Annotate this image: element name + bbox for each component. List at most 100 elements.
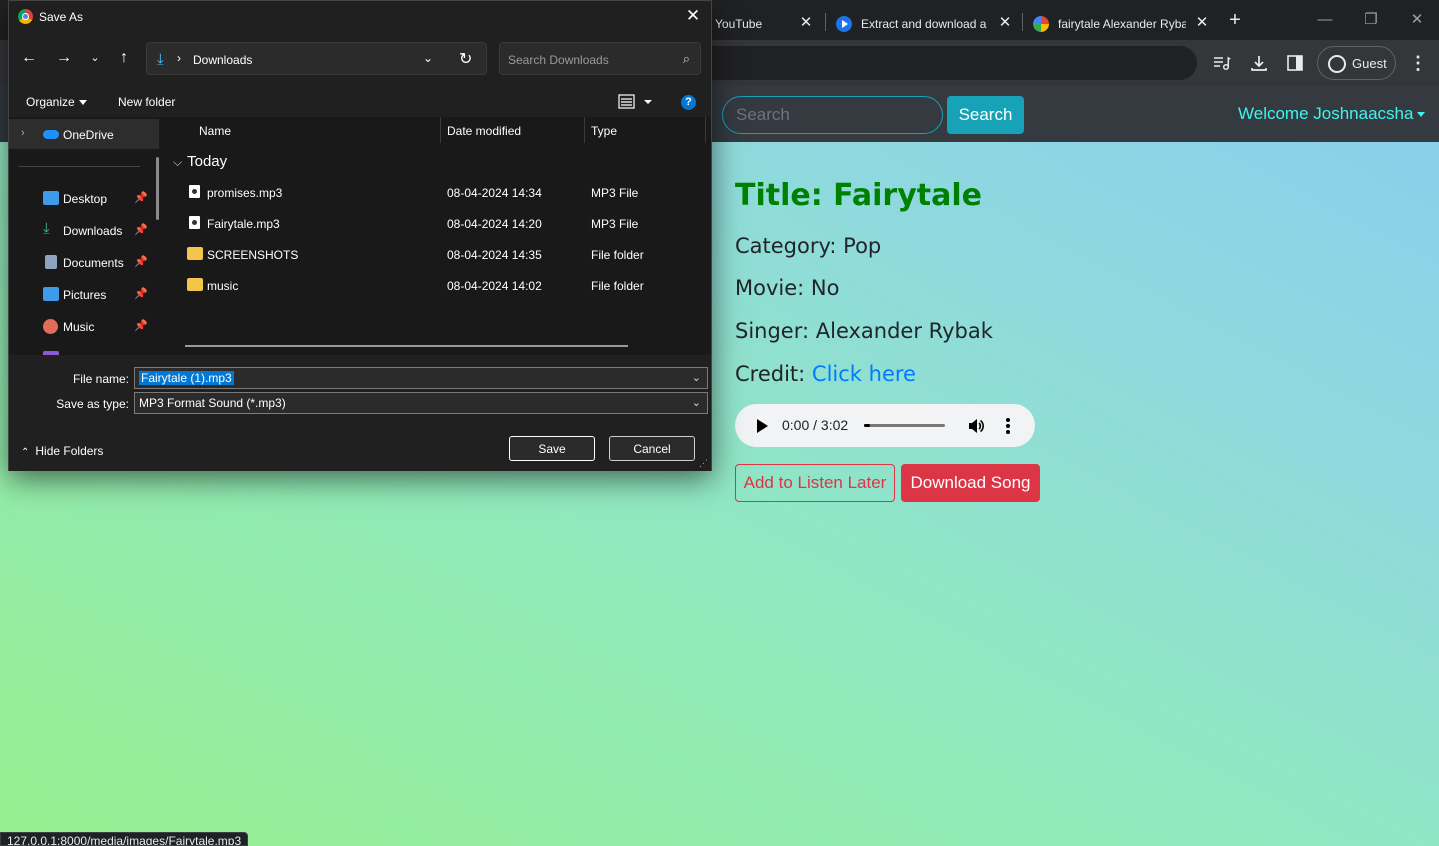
resize-grip-icon[interactable]: ⋰ [699,458,708,469]
download-icon[interactable] [1245,49,1273,77]
file-date: 08-04-2024 14:35 [447,248,542,262]
hide-folders-label: Hide Folders [35,444,104,458]
column-header-type[interactable]: Type [591,124,617,138]
chevron-down-icon[interactable]: ⌄ [423,51,433,65]
side-panel-icon[interactable] [1281,49,1309,77]
tab-title: Extract and download a [861,17,987,31]
close-icon[interactable]: ✕ [996,14,1014,32]
up-arrow-icon[interactable]: ↑ [112,46,136,70]
help-icon[interactable]: ? [681,95,696,110]
chevron-down-icon[interactable]: ⌄ [692,396,701,409]
dialog-search-field[interactable]: Search Downloads ⌕ [499,42,701,75]
folder-icon [187,278,203,291]
nav-label: Documents [63,256,124,270]
nav-label: Pictures [63,288,107,302]
file-name: Fairytale.mp3 [207,217,280,231]
column-separator[interactable] [705,117,706,143]
horizontal-scrollbar[interactable] [185,345,628,347]
nav-label: Downloads [63,224,123,238]
dialog-address-bar[interactable]: ⤓ › Downloads ⌄ ↻ [146,42,487,75]
nav-item-videos-partial[interactable] [9,343,159,355]
close-icon[interactable]: ✕ [683,6,703,26]
user-menu-dropdown[interactable]: Welcome Joshnaacsha [1238,104,1426,124]
expand-chevron-icon[interactable]: › [21,127,25,139]
pictures-icon [43,287,59,301]
search-input[interactable] [722,96,943,134]
folder-row[interactable]: music 08-04-2024 14:02 File folder [167,270,711,298]
volume-icon[interactable] [967,417,985,435]
chevron-down-icon[interactable]: ⌄ [692,371,701,384]
nav-item-pictures[interactable]: Pictures 📌 [9,279,159,309]
column-header-date[interactable]: Date modified [447,124,521,138]
file-type: MP3 File [591,186,639,200]
recent-locations-chevron-icon[interactable]: ⌄ [83,46,107,70]
file-date: 08-04-2024 14:02 [447,279,542,293]
close-icon[interactable]: ✕ [797,14,815,32]
save-button[interactable]: Save [509,436,595,461]
back-arrow-icon[interactable]: ← [17,46,41,70]
seek-fill [864,424,870,427]
add-to-listen-later-button[interactable]: Add to Listen Later [735,464,895,502]
hide-folders-toggle[interactable]: ⌃ Hide Folders [21,444,103,458]
nav-item-documents[interactable]: Documents 📌 [9,247,159,277]
seek-slider[interactable] [864,424,945,427]
play-icon[interactable] [757,419,768,433]
refresh-icon[interactable]: ↻ [459,49,472,69]
new-tab-button[interactable]: + [1224,9,1246,31]
search-icon: ⌕ [682,51,690,66]
caret-down-icon [1417,112,1426,118]
credit-link[interactable]: Click here [812,362,916,386]
nav-label: Music [63,320,95,334]
organize-menu[interactable]: Organize [26,95,87,109]
restore-button[interactable]: ❐ [1356,8,1386,32]
profile-guest-button[interactable]: Guest [1317,46,1396,80]
pin-icon: 📌 [134,288,148,300]
save-type-label: Save as type: [56,397,129,411]
more-options-icon[interactable] [1005,416,1011,436]
group-header-today[interactable]: ⌵ Today [173,153,227,170]
menu-kebab-icon[interactable]: ⋮ [1404,49,1432,77]
tab-youtube[interactable]: YouTube ✕ [715,8,815,40]
column-separator[interactable] [584,117,585,143]
search-button[interactable]: Search [947,96,1024,134]
onedrive-icon [43,130,59,139]
breadcrumb-downloads[interactable]: Downloads [193,53,252,67]
download-song-button[interactable]: Download Song [901,464,1040,502]
cancel-button[interactable]: Cancel [609,436,695,461]
tab-extract[interactable]: Extract and download a ✕ [836,8,1014,40]
close-window-button[interactable]: ✕ [1402,8,1432,32]
column-header-name[interactable]: Name [199,124,231,138]
group-label: Today [187,153,228,170]
close-icon[interactable]: ✕ [1193,14,1211,32]
address-bar[interactable] [700,46,1197,80]
file-name-field[interactable]: Fairytale (1).mp3 ⌄ [134,367,708,389]
file-row[interactable]: Fairytale.mp3 08-04-2024 14:20 MP3 File [167,208,711,236]
organize-label: Organize [26,95,75,109]
nav-scrollbar[interactable] [156,157,159,220]
nav-item-onedrive[interactable]: › OneDrive [9,119,159,149]
tab-separator [1022,13,1023,31]
account-icon [1328,55,1346,73]
new-folder-button[interactable]: New folder [118,95,175,109]
pin-icon: 📌 [134,192,148,204]
nav-item-desktop[interactable]: Desktop 📌 [9,183,159,213]
file-name: promises.mp3 [207,186,283,200]
search-placeholder: Search Downloads [508,53,609,67]
column-separator[interactable] [440,117,441,143]
forward-arrow-icon[interactable]: → [52,46,76,70]
nav-item-music[interactable]: Music 📌 [9,311,159,341]
file-name: SCREENSHOTS [207,248,299,262]
media-control-icon[interactable] [1208,49,1236,77]
dialog-command-bar: Organize New folder ? [9,88,711,116]
dialog-titlebar[interactable]: Save As ✕ [9,1,711,32]
pin-icon: 📌 [134,256,148,268]
nav-item-downloads[interactable]: ⤓ Downloads 📌 [9,215,159,245]
folder-row[interactable]: SCREENSHOTS 08-04-2024 14:35 File folder [167,239,711,267]
view-options-icon[interactable] [618,93,658,111]
save-as-type-select[interactable]: MP3 Format Sound (*.mp3) ⌄ [134,392,708,414]
file-row[interactable]: promises.mp3 08-04-2024 14:34 MP3 File [167,177,711,205]
dialog-title: Save As [39,10,84,24]
tab-google[interactable]: fairytale Alexander Rybak ✕ [1033,8,1211,40]
dialog-footer: File name: Fairytale (1).mp3 ⌄ Save as t… [9,355,711,471]
minimize-button[interactable]: — [1310,8,1340,32]
